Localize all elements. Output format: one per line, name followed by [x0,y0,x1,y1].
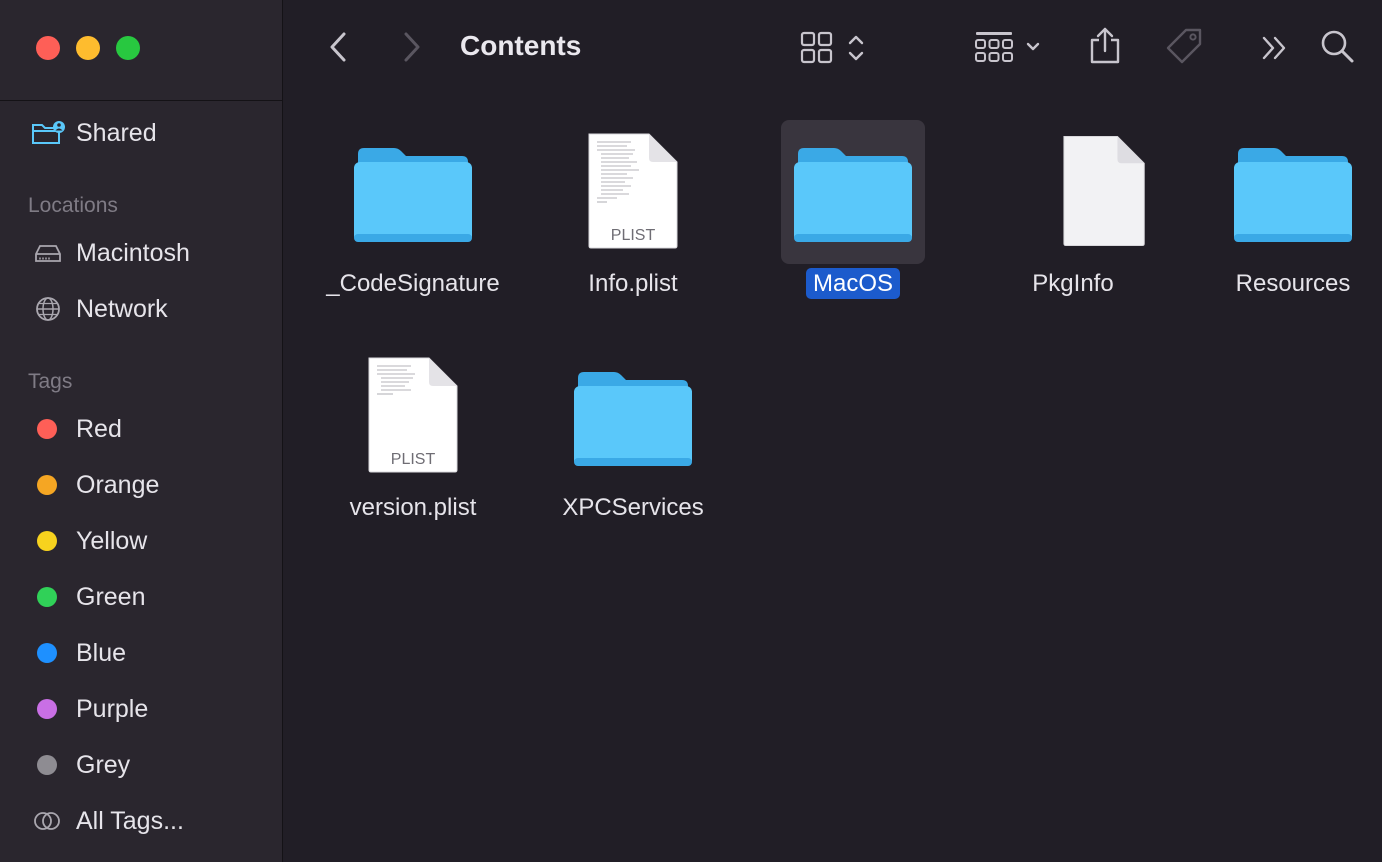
file-item-xpcservices[interactable]: XPCServices [523,344,743,554]
file-name-text: _CodeSignature [326,270,500,297]
file-name-text: Info.plist [588,270,678,297]
file-name-text: version.plist [349,494,477,521]
sidebar-item-label: Blue [76,639,127,667]
file-name-text: MacOS [805,268,900,299]
sidebar-item-label: Purple [76,695,149,723]
more-icon[interactable] [1260,34,1290,62]
sidebar-item-label: Grey [76,751,131,779]
divider [0,100,283,101]
sidebar-item-label: Green [76,583,146,611]
back-icon[interactable] [326,30,352,64]
folder-icon [1234,148,1352,242]
folder-icon [354,148,472,242]
sidebar-item-tag-purple[interactable]: Purple [0,687,283,731]
tag-dot-icon [37,587,57,607]
icon-view-icon[interactable] [800,30,872,66]
share-icon[interactable] [1088,26,1122,66]
file-name: XPCServices [523,494,743,522]
sidebar-item-all-tags[interactable]: All Tags... [0,799,283,843]
file-item-macos[interactable]: MacOS [743,120,963,330]
sidebar-item-tag-red[interactable]: Red [0,407,283,451]
sidebar-item-label: Yellow [76,527,148,555]
sidebar-item-macintosh[interactable]: Macintosh [0,231,283,275]
sidebar-item-tag-orange[interactable]: Orange [0,463,283,507]
file-name: _CodeSignature [303,270,523,298]
all-tags-icon [34,812,60,830]
plist-document-icon: PLIST [368,357,458,473]
plist-document-icon: PLIST [588,133,678,249]
group-by-icon[interactable] [974,30,1048,66]
file-name: Resources [1183,270,1382,298]
sidebar-item-label: Red [76,415,122,443]
sidebar-item-label: Shared [76,119,157,147]
folder-icon [574,372,692,466]
file-item-codesignature[interactable]: _CodeSignature [303,120,523,330]
sidebar-item-tag-grey[interactable]: Grey [0,743,283,787]
sidebar-item-label: Macintosh [76,239,190,267]
file-name: MacOS [743,268,963,299]
tag-dot-icon [37,419,57,439]
file-name-text: Resources [1235,270,1351,297]
file-name: version.plist [303,494,523,522]
document-icon [1063,136,1145,246]
sidebar-item-label: Network [76,295,168,323]
zoom-window-button[interactable] [116,36,140,60]
file-item-info-plist[interactable]: PLIST Info.plist [523,120,743,330]
file-name: PkgInfo [963,270,1183,298]
sidebar: Shared Locations Macintosh Network Tags … [0,0,283,862]
drive-icon [35,245,61,262]
sidebar-item-shared[interactable]: Shared [0,111,283,155]
sidebar-item-network[interactable]: Network [0,287,283,331]
file-name: Info.plist [523,270,743,298]
close-window-button[interactable] [36,36,60,60]
tag-dot-icon [37,755,57,775]
file-item-version-plist[interactable]: PLIST version.plist [303,344,523,554]
file-name-text: XPCServices [562,494,704,521]
file-name-text: PkgInfo [1032,270,1114,297]
minimize-window-button[interactable] [76,36,100,60]
sidebar-item-tag-blue[interactable]: Blue [0,631,283,675]
tags-header: Tags [28,370,73,393]
file-item-resources[interactable]: Resources [1183,120,1382,330]
globe-icon [36,297,60,321]
tag-dot-icon [37,531,57,551]
search-icon[interactable] [1319,28,1357,66]
tag-dot-icon [37,699,57,719]
file-item-pkginfo[interactable]: PkgInfo [963,120,1183,330]
window-title: Contents [460,30,582,61]
sidebar-item-tag-green[interactable]: Green [0,575,283,619]
tag-dot-icon [37,643,57,663]
plist-badge: PLIST [611,227,656,244]
toolbar: Contents [284,0,1382,100]
sidebar-item-tag-yellow[interactable]: Yellow [0,519,283,563]
tag-dot-icon [37,475,57,495]
folder-icon [794,148,912,242]
locations-header: Locations [28,194,118,217]
sidebar-item-label: Orange [76,471,160,499]
tag-icon[interactable] [1162,26,1206,68]
plist-badge: PLIST [391,451,436,468]
forward-icon[interactable] [398,30,424,64]
shared-folder-icon [32,121,65,144]
sidebar-item-label: All Tags... [76,807,184,835]
